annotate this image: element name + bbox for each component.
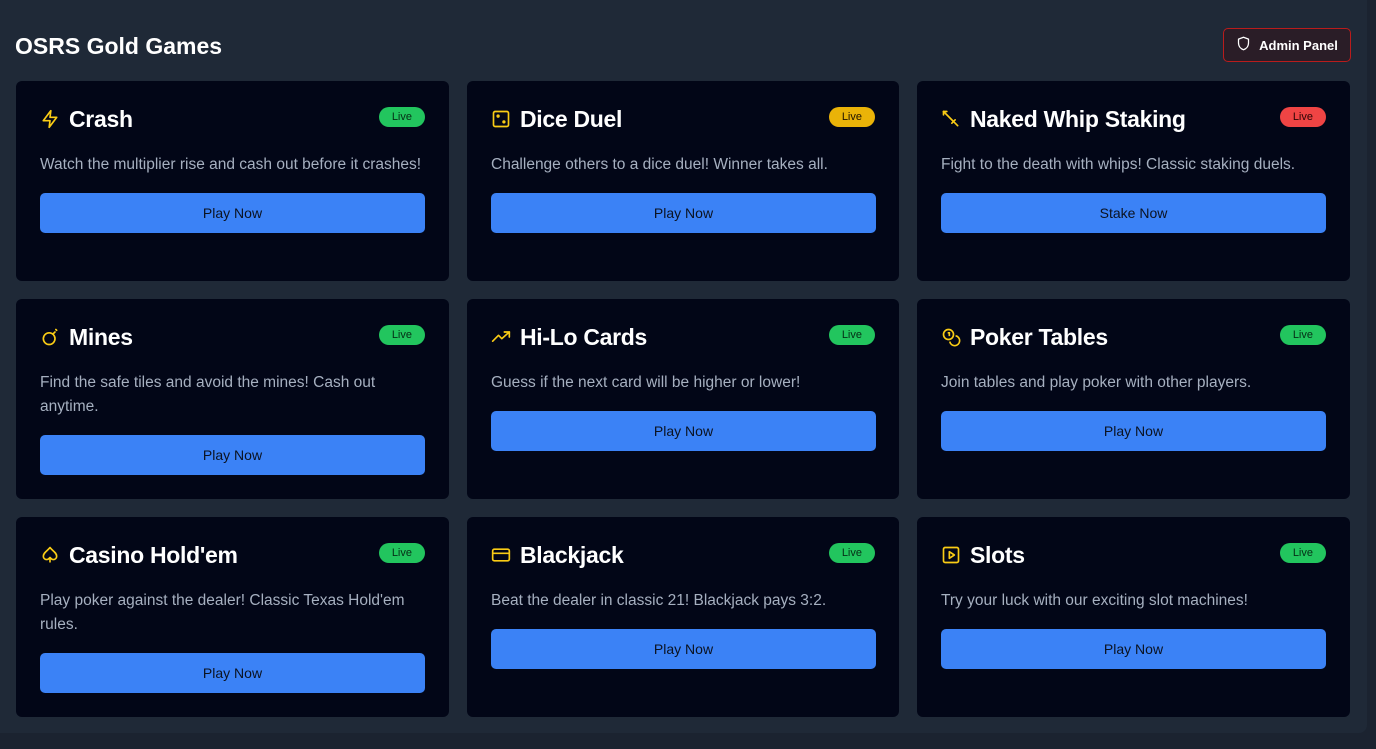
trending-up-icon	[491, 327, 511, 347]
status-badge: Live	[828, 325, 875, 345]
status-badge: Live	[1279, 325, 1326, 345]
game-title: Crash	[69, 105, 133, 132]
coins-icon	[941, 327, 961, 347]
game-card-casino-holdem: Casino Hold'em Live Play poker against t…	[16, 517, 449, 717]
play-square-icon	[941, 545, 961, 565]
game-card-poker-tables: Poker Tables Live Join tables and play p…	[917, 299, 1350, 499]
play-now-button[interactable]: Play Now	[40, 193, 425, 233]
lightning-icon	[40, 109, 60, 129]
status-badge: Live	[1279, 543, 1326, 563]
game-description: Beat the dealer in classic 21! Blackjack…	[491, 592, 827, 609]
game-card-mines: Mines Live Find the safe tiles and avoid…	[16, 299, 449, 499]
game-card-crash: Crash Live Watch the multiplier rise and…	[16, 81, 449, 281]
status-badge: Live	[378, 107, 425, 127]
sword-icon	[941, 109, 961, 129]
game-description: Try your luck with our exciting slot mac…	[941, 592, 1248, 609]
game-description: Guess if the next card will be higher or…	[491, 374, 801, 391]
game-card-slots: Slots Live Try your luck with our exciti…	[917, 517, 1350, 717]
shield-icon	[1236, 36, 1251, 54]
status-badge: Live	[378, 325, 425, 345]
game-title: Slots	[970, 541, 1025, 568]
play-now-button[interactable]: Play Now	[941, 629, 1326, 669]
game-description: Find the safe tiles and avoid the mines!…	[40, 374, 376, 415]
game-card-hi-lo-cards: Hi-Lo Cards Live Guess if the next card …	[467, 299, 899, 499]
game-card-dice-duel: Dice Duel Live Challenge others to a dic…	[467, 81, 899, 281]
game-title: Naked Whip Staking	[970, 105, 1186, 132]
game-title: Hi-Lo Cards	[520, 323, 648, 350]
game-description: Fight to the death with whips! Classic s…	[941, 156, 1296, 173]
status-badge: Live	[828, 543, 875, 563]
status-badge: Live	[378, 543, 425, 563]
game-title: Dice Duel	[520, 105, 623, 132]
game-card-naked-whip-staking: Naked Whip Staking Live Fight to the dea…	[917, 81, 1350, 281]
games-grid: Crash Live Watch the multiplier rise and…	[16, 81, 1350, 717]
game-description: Play poker against the dealer! Classic T…	[40, 592, 405, 633]
admin-panel-button[interactable]: Admin Panel	[1223, 28, 1351, 62]
games-panel: OSRS Gold Games Admin Panel Crash Live W…	[0, 0, 1367, 733]
play-now-button[interactable]: Play Now	[491, 193, 876, 233]
play-now-button[interactable]: Play Now	[40, 435, 425, 475]
stake-now-button[interactable]: Stake Now	[941, 193, 1326, 233]
play-now-button[interactable]: Play Now	[491, 411, 876, 451]
page-header: OSRS Gold Games Admin Panel	[15, 28, 1351, 64]
admin-panel-label: Admin Panel	[1259, 37, 1338, 53]
dice-icon	[491, 109, 511, 129]
card-icon	[491, 545, 511, 565]
game-title: Poker Tables	[970, 323, 1108, 350]
page-title: OSRS Gold Games	[15, 33, 223, 59]
play-now-button[interactable]: Play Now	[941, 411, 1326, 451]
spade-icon	[40, 545, 60, 565]
bomb-icon	[40, 327, 60, 347]
play-now-button[interactable]: Play Now	[40, 653, 425, 693]
play-now-button[interactable]: Play Now	[491, 629, 876, 669]
game-title: Blackjack	[520, 541, 624, 568]
status-badge: Live	[1279, 107, 1326, 127]
status-badge: Live	[828, 107, 875, 127]
game-card-blackjack: Blackjack Live Beat the dealer in classi…	[467, 517, 899, 717]
game-description: Watch the multiplier rise and cash out b…	[40, 156, 422, 173]
game-description: Challenge others to a dice duel! Winner …	[491, 156, 828, 173]
game-title: Casino Hold'em	[69, 541, 238, 568]
game-description: Join tables and play poker with other pl…	[941, 374, 1252, 391]
game-title: Mines	[69, 323, 133, 350]
